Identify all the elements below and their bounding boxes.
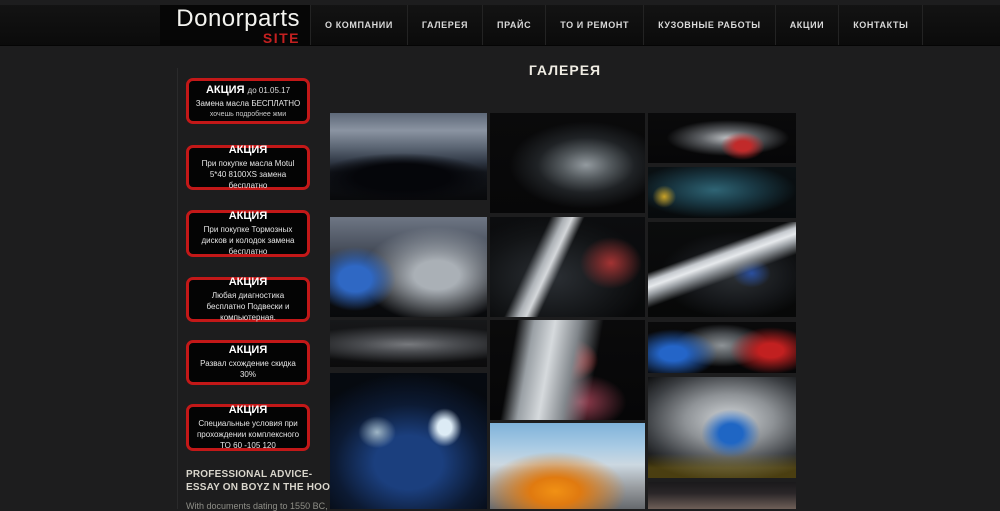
brand-subtitle: SITE [160,32,300,45]
gallery-grid [330,113,800,509]
gallery-thumb-blue-roadster-silver-coupe[interactable] [330,217,487,317]
gallery-thumb-sti-intercooler-engine[interactable] [490,320,645,420]
gallery-thumb-black-car-storm-sky[interactable] [330,113,487,200]
promo-deadline: до 01.05.17 [248,86,290,95]
promo-banner-brake-discs[interactable]: АКЦИЯ При покупке Тормозных дисков и кол… [186,210,310,257]
nav-item-about[interactable]: О КОМПАНИИ [310,5,407,45]
gallery-thumb-silver-car-red-wheels[interactable] [648,113,796,163]
site-header: Donorparts SITE О КОМПАНИИ ГАЛЕРЕЯ ПРАЙС… [0,5,1000,46]
gallery-thumb-engine-bay-strut-brace[interactable] [490,217,645,317]
gallery-thumb-dusk-sky-partial[interactable] [648,482,796,509]
promo-body: При покупке масла Motul 5*40 8100XS заме… [193,159,303,191]
article-title[interactable]: PROFESSIONAL ADVICE-ESSAY ON BOYZ N THE … [186,468,344,494]
promo-banner-oil-change[interactable]: АКЦИЯ до 01.05.17 Замена масла БЕСПЛАТНО… [186,78,310,124]
site-logo[interactable]: Donorparts SITE [160,5,310,45]
gallery-thumb-blue-rally-car-tunnel[interactable] [648,377,796,478]
promo-body: Специальные условия при прохождении комп… [193,419,303,451]
promo-body: При покупке Тормозных дисков и колодок з… [193,225,303,257]
promo-banner-free-diagnostics[interactable]: АКЦИЯ Любая диагностика бесплатно Подвес… [186,277,310,322]
gallery-thumb-cars-parts-explosion[interactable] [648,322,796,373]
promo-title: АКЦИЯ [193,210,303,223]
promo-title: АКЦИЯ [193,344,303,357]
promo-banner-wheel-alignment[interactable]: АКЦИЯ Развал схождение скидка 30% [186,340,310,385]
promo-title: АКЦИЯ [193,404,303,417]
gallery-thumb-dark-silver-car-front[interactable] [490,113,645,213]
nav-item-promos[interactable]: АКЦИИ [775,5,839,45]
promo-title: АКЦИЯ до 01.05.17 [193,84,303,97]
promo-body: Развал схождение скидка 30% [193,359,303,381]
gallery-thumb-blue-wrx-sti-front[interactable] [330,373,487,509]
sidebar-article: PROFESSIONAL ADVICE-ESSAY ON BOYZ N THE … [186,468,344,511]
gallery-thumb-teal-engine-bay[interactable] [648,167,796,218]
brand-name: Donorparts [160,5,300,32]
promo-body: Замена масла БЕСПЛАТНО [193,99,303,110]
promo-title: АКЦИЯ [193,144,303,157]
gallery-thumb-strut-tower-bar[interactable] [648,222,796,317]
gallery-thumb-orange-race-car[interactable] [490,423,645,509]
promo-banner-motul-oil[interactable]: АКЦИЯ При покупке масла Motul 5*40 8100X… [186,145,310,190]
promo-title: АКЦИЯ [193,276,303,289]
nav-item-service-repair[interactable]: ТО И РЕМОНТ [545,5,643,45]
page-title: ГАЛЕРЕЯ [330,62,800,78]
nav-item-gallery[interactable]: ГАЛЕРЕЯ [407,5,482,45]
promo-cta: хочешь подробнее жми [193,111,303,118]
article-body: With documents dating to 1550 BC, [186,501,344,511]
promo-body: Любая диагностика бесплатно Подвески и к… [193,291,303,323]
promo-banner-complex-service[interactable]: АКЦИЯ Специальные условия при прохождени… [186,404,310,451]
main-nav: О КОМПАНИИ ГАЛЕРЕЯ ПРАЙС ТО И РЕМОНТ КУЗ… [310,5,923,45]
sidebar-divider [177,68,178,509]
nav-item-contacts[interactable]: КОНТАКТЫ [838,5,923,45]
nav-item-price[interactable]: ПРАЙС [482,5,545,45]
gallery-thumb-silver-cars-lineup[interactable] [330,320,487,367]
nav-item-body-work[interactable]: КУЗОВНЫЕ РАБОТЫ [643,5,775,45]
